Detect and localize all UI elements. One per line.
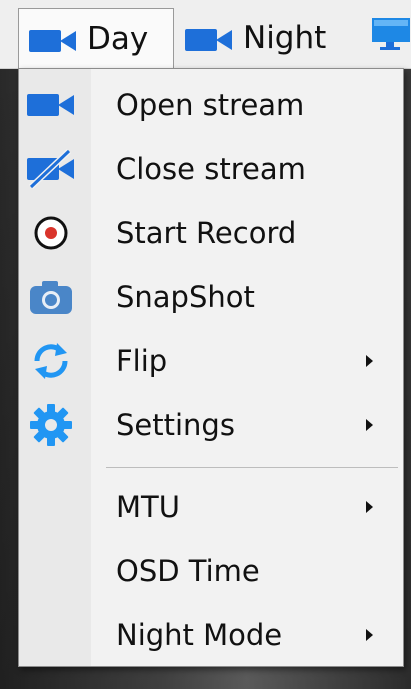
menu-item-label: Night Mode	[116, 618, 283, 652]
tab-day[interactable]: Day	[18, 8, 174, 68]
camera-icon	[27, 276, 75, 318]
menu-item-label: Flip	[116, 344, 168, 378]
monitor-icon	[368, 16, 411, 60]
video-camera-icon	[185, 25, 233, 51]
tab-monitor[interactable]	[368, 8, 411, 68]
menu-item-night-mode[interactable]: Night Mode	[19, 603, 403, 667]
menu-item-label: Open stream	[116, 88, 305, 122]
tab-day-label: Day	[87, 20, 149, 57]
record-icon	[27, 212, 75, 254]
menu-item-label: MTU	[116, 490, 180, 524]
video-camera-icon	[27, 84, 75, 126]
tab-night[interactable]: Night	[185, 8, 345, 68]
tab-bar: Day Night	[0, 0, 411, 69]
context-menu: Open stream Close stream Start Record Sn…	[18, 68, 404, 667]
menu-item-label: SnapShot	[116, 280, 255, 314]
menu-item-settings[interactable]: Settings	[19, 393, 403, 457]
video-camera-off-icon	[27, 148, 75, 190]
menu-item-label: Settings	[116, 408, 235, 442]
submenu-arrow-icon	[366, 355, 373, 367]
gear-icon	[27, 404, 75, 446]
menu-item-snapshot[interactable]: SnapShot	[19, 265, 403, 329]
submenu-arrow-icon	[366, 501, 373, 513]
submenu-arrow-icon	[366, 629, 373, 641]
menu-item-label: OSD Time	[116, 554, 260, 588]
menu-separator	[106, 467, 398, 468]
tab-night-label: Night	[243, 20, 327, 56]
menu-item-close-stream[interactable]: Close stream	[19, 137, 403, 201]
video-camera-icon	[29, 26, 77, 52]
menu-item-label: Close stream	[116, 152, 306, 186]
menu-item-flip[interactable]: Flip	[19, 329, 403, 393]
menu-item-osd-time[interactable]: OSD Time	[19, 539, 403, 603]
menu-item-start-record[interactable]: Start Record	[19, 201, 403, 265]
menu-item-open-stream[interactable]: Open stream	[19, 73, 403, 137]
rotate-arrows-icon	[27, 340, 75, 382]
submenu-arrow-icon	[366, 419, 373, 431]
menu-item-label: Start Record	[116, 216, 297, 250]
menu-item-mtu[interactable]: MTU	[19, 475, 403, 539]
